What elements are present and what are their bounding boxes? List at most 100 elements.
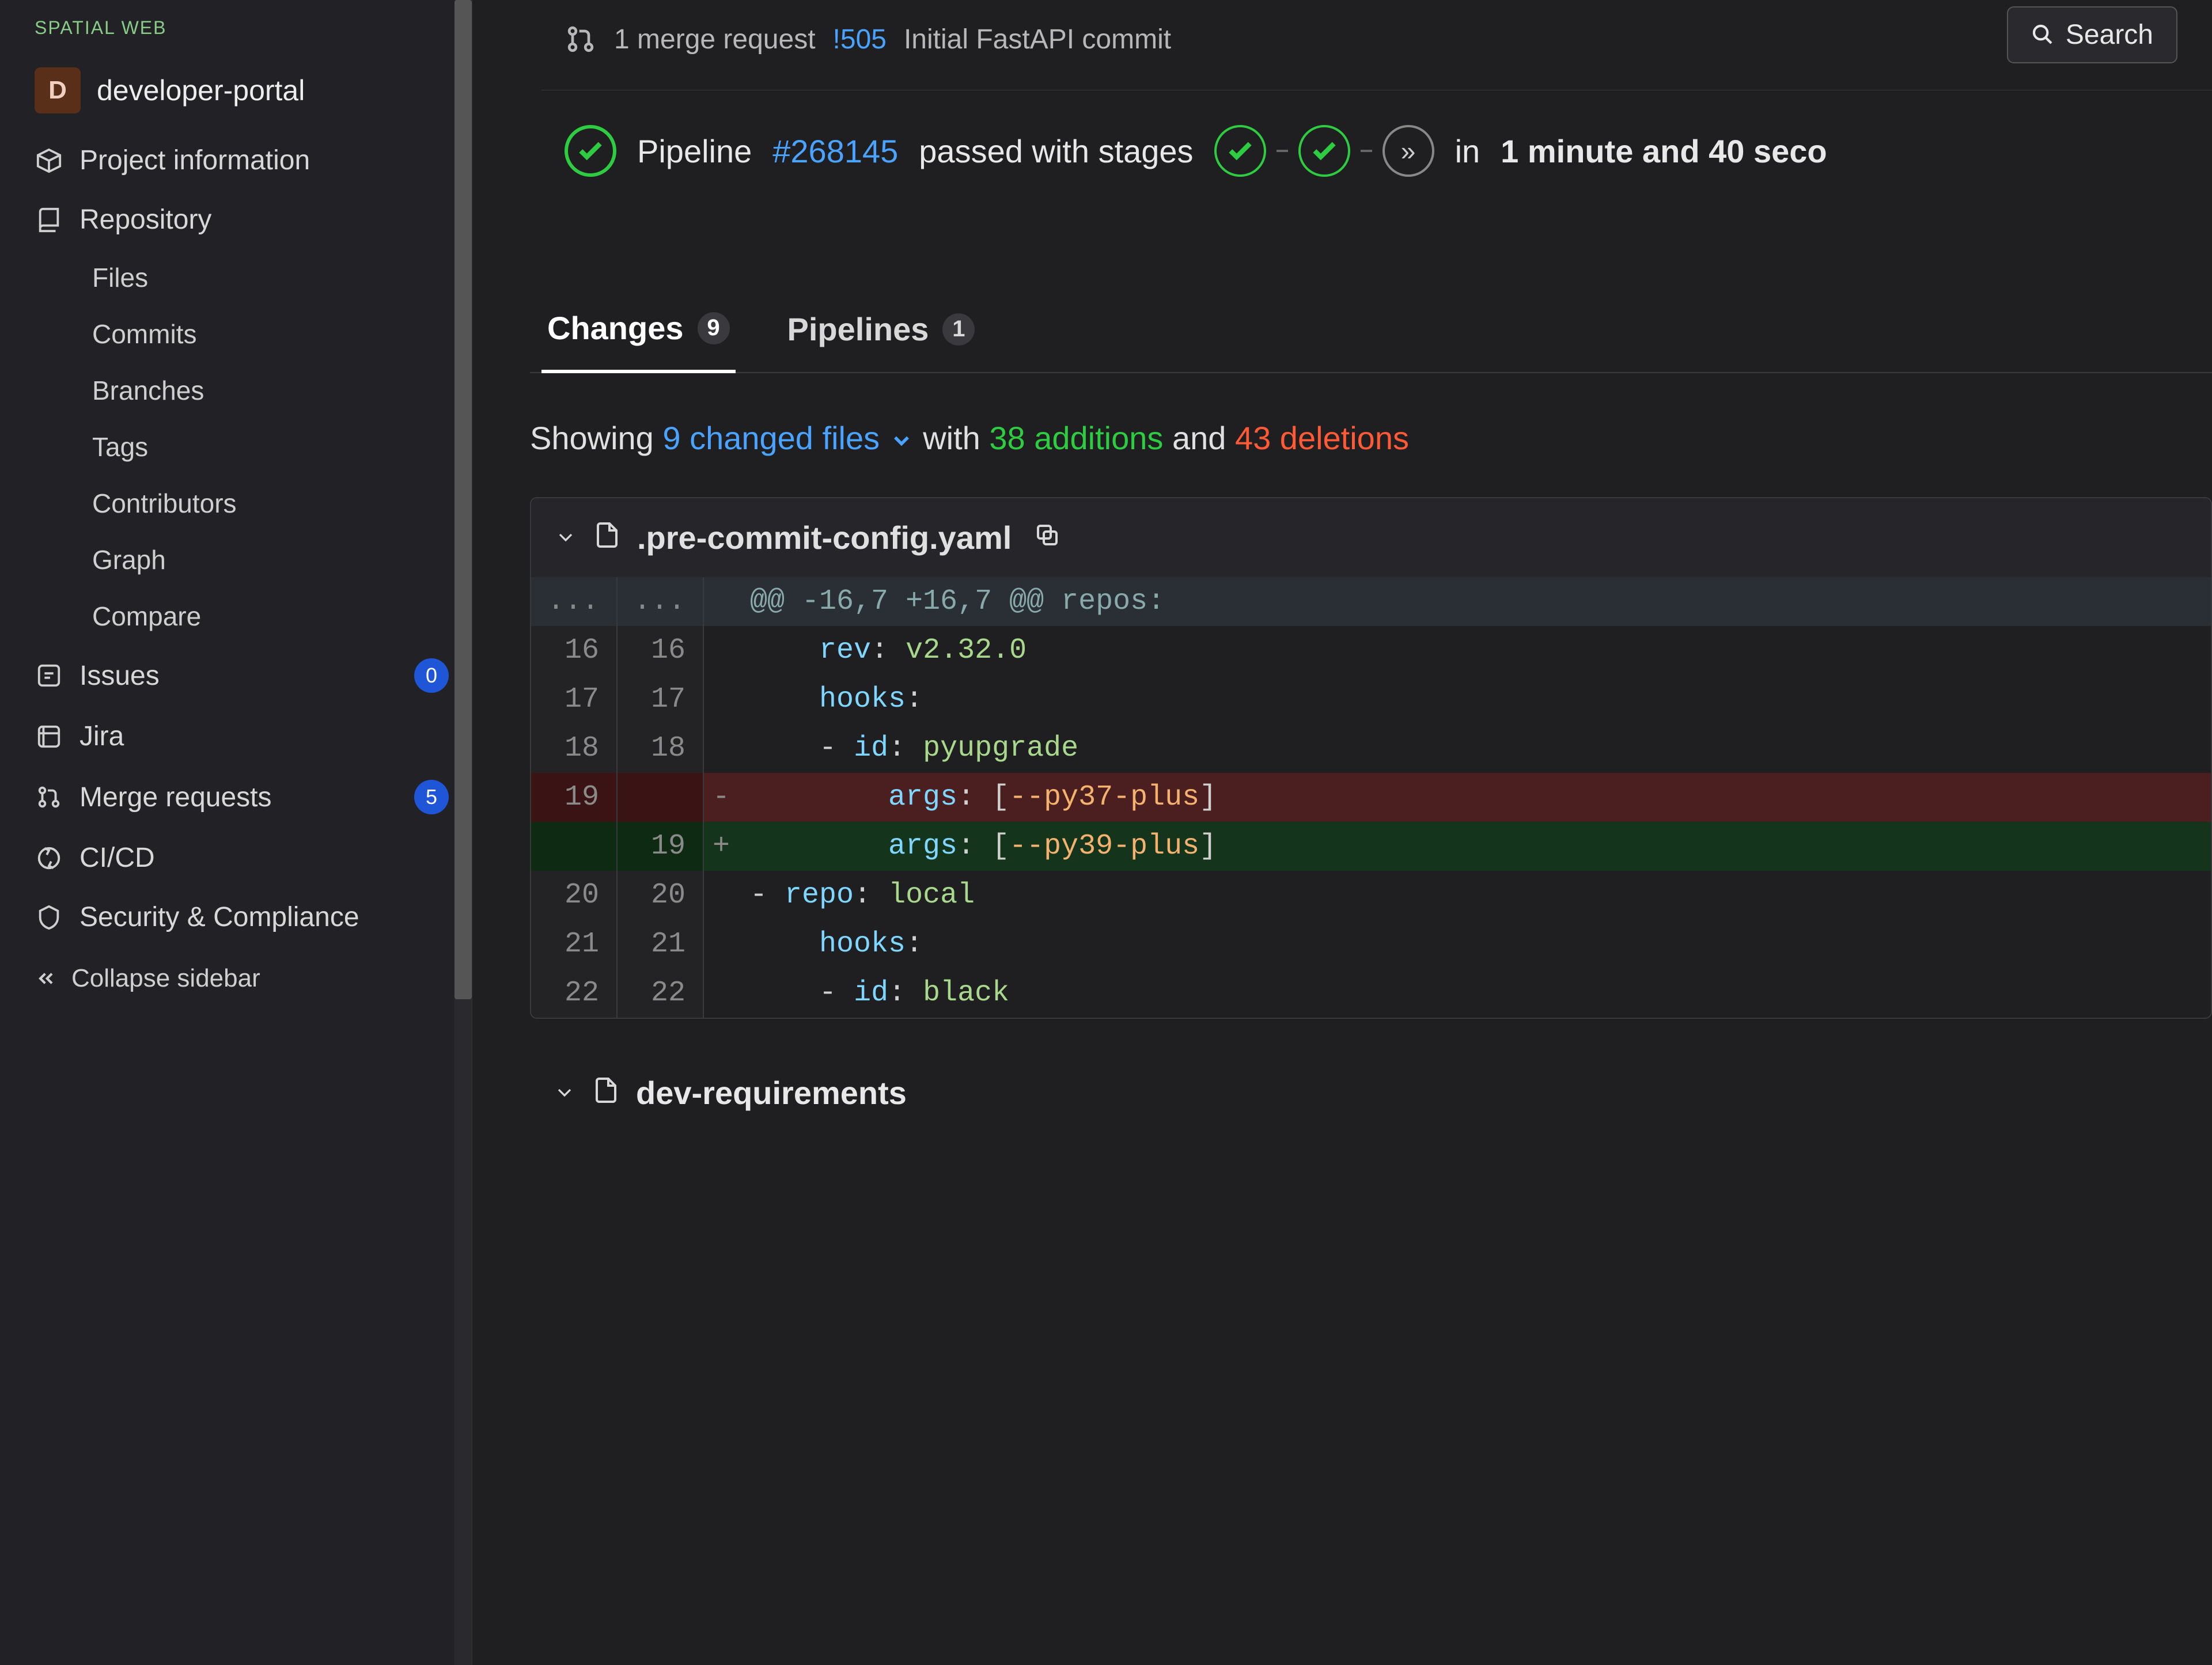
diff-file-name: .pre-commit-config.yaml — [637, 519, 1012, 556]
merge-request-icon — [35, 783, 63, 811]
sidebar-subitem-branches[interactable]: Branches — [0, 362, 472, 419]
issues-count-badge: 0 — [414, 658, 449, 693]
scrollbar-thumb[interactable] — [454, 0, 472, 999]
file-icon — [593, 519, 621, 556]
jira-icon — [35, 722, 63, 751]
line-no-old: 19 — [531, 773, 618, 822]
diff-line[interactable]: 2020- repo: local — [531, 871, 2211, 920]
diff-sign: + — [704, 822, 738, 871]
cicd-icon — [35, 844, 63, 873]
diff-sign — [704, 675, 738, 724]
sidebar-item-jira[interactable]: Jira — [0, 707, 472, 766]
stage-more-icon[interactable]: » — [1382, 125, 1434, 177]
pipeline-label: Pipeline — [637, 132, 752, 170]
line-no-new: 20 — [618, 871, 704, 920]
tab-count: 1 — [942, 313, 975, 346]
line-no-old: 22 — [531, 969, 618, 1018]
sidebar-item-cicd[interactable]: CI/CD — [0, 828, 472, 888]
tab-pipelines[interactable]: Pipelines 1 — [782, 292, 981, 372]
sidebar-subitem-contributors[interactable]: Contributors — [0, 475, 472, 532]
line-no-old: 21 — [531, 920, 618, 969]
pipeline-in: in — [1455, 132, 1480, 170]
stage-1-pass-icon[interactable] — [1214, 125, 1266, 177]
merge-request-icon — [565, 23, 597, 55]
diff-hunk-header[interactable]: ...... @@ -16,7 +16,7 @@ repos: — [531, 577, 2211, 626]
sidebar-subitem-files[interactable]: Files — [0, 249, 472, 306]
diff-file-block: .pre-commit-config.yaml ...... @@ -16,7 +… — [530, 497, 2212, 1019]
sidebar-label: Issues — [79, 660, 160, 692]
diff-file-header[interactable]: .pre-commit-config.yaml — [531, 498, 2211, 577]
copy-path-button[interactable] — [1033, 519, 1061, 556]
code-content: rev: v2.32.0 — [738, 626, 2211, 675]
pipeline-pass-icon — [565, 125, 616, 177]
stage-2-pass-icon[interactable] — [1298, 125, 1350, 177]
line-no-new — [618, 773, 704, 822]
project-header[interactable]: D developer-portal — [0, 50, 472, 131]
sidebar-subitem-graph[interactable]: Graph — [0, 532, 472, 588]
sidebar-subitem-commits[interactable]: Commits — [0, 306, 472, 362]
chevron-down-icon — [554, 519, 577, 556]
line-no-new: 18 — [618, 724, 704, 773]
sidebar-label: CI/CD — [79, 842, 155, 874]
sidebar-item-issues[interactable]: Issues 0 — [0, 644, 472, 707]
code-content: - repo: local — [738, 871, 2211, 920]
mr-id-link[interactable]: !505 — [833, 24, 887, 55]
tab-label: Changes — [547, 309, 684, 347]
line-no-old: ... — [531, 577, 618, 626]
diff-file-header[interactable]: dev-requirements — [530, 1053, 2212, 1132]
merge-request-summary: 1 merge request !505 Initial FastAPI com… — [472, 0, 2212, 67]
info-icon — [35, 146, 63, 175]
diff-sign — [704, 577, 738, 626]
mr-title: Initial FastAPI commit — [904, 24, 1171, 55]
diff-sign — [704, 626, 738, 675]
sidebar-scrollbar[interactable] — [454, 0, 472, 1665]
sidebar-item-merge-requests[interactable]: Merge requests 5 — [0, 766, 472, 828]
diff-file-name: dev-requirements — [636, 1074, 907, 1112]
sidebar-subitem-compare[interactable]: Compare — [0, 588, 472, 644]
sidebar-item-security[interactable]: Security & Compliance — [0, 888, 472, 947]
collapse-sidebar-button[interactable]: Collapse sidebar — [0, 947, 472, 1016]
changed-files-link[interactable]: 9 changed files — [662, 420, 923, 456]
search-button[interactable]: Search — [2007, 6, 2177, 63]
sidebar-item-project-info[interactable]: Project information — [0, 131, 472, 190]
line-no-new: ... — [618, 577, 704, 626]
tab-changes[interactable]: Changes 9 — [541, 292, 736, 373]
main-content: Search 1 merge request !505 Initial Fast… — [472, 0, 2212, 1665]
diff-line[interactable]: 2222 - id: black — [531, 969, 2211, 1018]
merge-requests-count-badge: 5 — [414, 780, 449, 814]
pipeline-status-row: Pipeline #268145 passed with stages » in… — [541, 90, 2212, 211]
topbar: Search — [1972, 0, 2212, 69]
sidebar-label: Project information — [79, 145, 310, 176]
sidebar-item-repository[interactable]: Repository — [0, 190, 472, 249]
diff-sign — [704, 871, 738, 920]
stage-connector — [1361, 150, 1372, 152]
brand-label: SPATIAL WEB — [0, 0, 472, 50]
sidebar-label: Merge requests — [79, 782, 272, 813]
diff-sign — [704, 969, 738, 1018]
diff-line[interactable]: 19+ args: [--py39-plus] — [531, 822, 2211, 871]
project-avatar: D — [35, 67, 81, 113]
diff-line[interactable]: 19- args: [--py37-plus] — [531, 773, 2211, 822]
diff-line[interactable]: 1818 - id: pyupgrade — [531, 724, 2211, 773]
hunk-text: @@ -16,7 +16,7 @@ repos: — [738, 577, 2211, 626]
diff-sign — [704, 724, 738, 773]
diff-line[interactable]: 1717 hooks: — [531, 675, 2211, 724]
code-content: args: [--py37-plus] — [738, 773, 2211, 822]
pipeline-status-text: passed with stages — [919, 132, 1193, 170]
code-content: - id: pyupgrade — [738, 724, 2211, 773]
code-content: args: [--py39-plus] — [738, 822, 2211, 871]
project-name: developer-portal — [97, 74, 305, 107]
diff-line[interactable]: 2121 hooks: — [531, 920, 2211, 969]
additions-count: 38 additions — [989, 420, 1163, 456]
line-no-new: 17 — [618, 675, 704, 724]
line-no-old: 16 — [531, 626, 618, 675]
sidebar-label: Security & Compliance — [79, 901, 359, 933]
file-icon — [592, 1074, 620, 1112]
search-label: Search — [2066, 19, 2153, 51]
diff-line[interactable]: 1616 rev: v2.32.0 — [531, 626, 2211, 675]
sidebar-label: Repository — [79, 204, 211, 236]
tab-label: Pipelines — [787, 310, 929, 348]
sidebar-subitem-tags[interactable]: Tags — [0, 419, 472, 475]
sidebar: SPATIAL WEB D developer-portal Project i… — [0, 0, 472, 1665]
pipeline-id-link[interactable]: #268145 — [772, 132, 898, 170]
